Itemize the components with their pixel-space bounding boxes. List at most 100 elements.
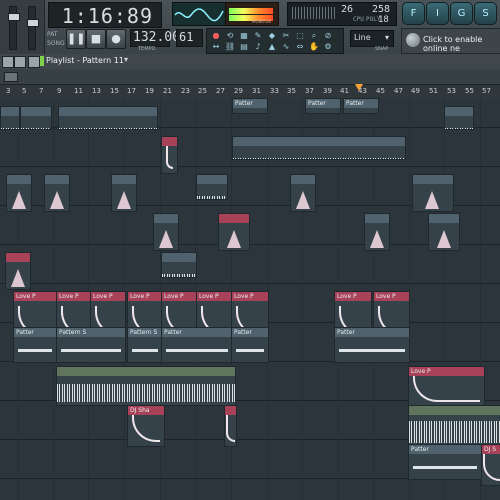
snap-icon[interactable] xyxy=(14,56,26,68)
pause-button[interactable]: ❚❚ xyxy=(66,29,86,49)
clip-body xyxy=(57,337,125,362)
pattern-clip[interactable] xyxy=(20,106,52,130)
clip-body xyxy=(21,116,51,129)
sample-clip[interactable] xyxy=(44,174,70,212)
pattern-clip[interactable] xyxy=(161,252,197,278)
tool-metronome-icon[interactable]: ▲ xyxy=(266,42,278,52)
clip-body xyxy=(233,146,405,159)
clip-body xyxy=(409,454,481,479)
song-time-display: 1:16:89 xyxy=(48,2,162,28)
pattern-number: 61 xyxy=(179,30,194,44)
cpu-graph xyxy=(292,7,336,19)
tool-pencil-icon[interactable]: ✎ xyxy=(252,31,264,41)
window-menu-icon[interactable] xyxy=(2,56,14,68)
clip-header xyxy=(291,175,315,184)
clip-header: Love P xyxy=(409,367,484,376)
sample-clip[interactable] xyxy=(412,174,454,212)
sample-clip[interactable] xyxy=(5,252,31,290)
playhead-marker-icon[interactable] xyxy=(355,84,363,91)
pattern-clip[interactable] xyxy=(0,106,20,130)
master-volume-knob[interactable] xyxy=(8,13,20,21)
tool-step-icon[interactable]: ▦ xyxy=(238,31,250,41)
tools-icon[interactable] xyxy=(28,56,40,68)
clip-body xyxy=(162,262,196,277)
pattern-clip[interactable] xyxy=(232,136,406,160)
master-pitch-knob[interactable] xyxy=(27,19,39,27)
pattern-clip[interactable]: Pattern S xyxy=(56,327,126,363)
tool-select-icon[interactable]: ⬚ xyxy=(294,31,306,41)
love-clip[interactable]: Love P xyxy=(408,366,485,407)
clip-body xyxy=(162,146,177,173)
pattern-clip[interactable] xyxy=(196,174,228,200)
audio-clip[interactable] xyxy=(408,405,500,447)
mixer-button[interactable]: G xyxy=(450,2,473,25)
pattern-clip[interactable]: Patter xyxy=(161,327,233,363)
sample-clip[interactable] xyxy=(218,213,250,251)
clip-body xyxy=(162,337,232,362)
pattern-bar xyxy=(132,349,158,352)
pattern-clip[interactable]: Patter xyxy=(232,98,268,114)
tool-zoom-icon[interactable]: ⌕ xyxy=(308,31,320,41)
dj-clip[interactable]: DJ S xyxy=(481,444,500,486)
sample-clip[interactable] xyxy=(364,213,390,251)
pattern-clip[interactable] xyxy=(444,106,474,130)
clip-label: DJ Sha xyxy=(130,407,150,414)
piano-roll-button[interactable]: I xyxy=(426,2,449,25)
clip-body xyxy=(413,184,453,211)
tool-hand-icon[interactable]: ✋ xyxy=(308,42,320,52)
sample-clip[interactable] xyxy=(290,174,316,212)
clip-label: Love P xyxy=(234,293,254,300)
sample-clip[interactable] xyxy=(224,405,237,447)
ruler-number: 9 xyxy=(57,87,62,95)
clip-body xyxy=(409,376,484,406)
pattern-clip[interactable]: Patter xyxy=(13,327,57,363)
track-settings-icon[interactable] xyxy=(4,72,18,82)
clip-header: Love P xyxy=(128,292,162,301)
tool-stretch-icon[interactable]: ⇔ xyxy=(294,42,306,52)
sample-clip[interactable] xyxy=(161,136,178,174)
tool-paint-icon[interactable]: ◆ xyxy=(266,31,278,41)
audio-clip[interactable] xyxy=(56,366,236,406)
clip-header: DJ Sha xyxy=(128,406,164,415)
tool-wave-icon[interactable]: ∿ xyxy=(280,42,292,52)
pattern-clip[interactable] xyxy=(58,106,158,130)
snap-mode-select[interactable]: Line ▾ xyxy=(350,30,394,47)
pattern-clip[interactable]: Pattern S xyxy=(127,327,163,363)
playlist-button[interactable]: F xyxy=(402,2,425,25)
playlist-dropdown-icon[interactable]: ▾ xyxy=(124,55,128,64)
tool-link-icon[interactable]: ⛓ xyxy=(224,42,236,52)
master-pitch-slider[interactable] xyxy=(27,6,39,50)
clip-header: Patter xyxy=(344,99,378,108)
clip-body xyxy=(232,337,268,362)
tool-loop-icon[interactable]: ⟲ xyxy=(224,31,236,41)
sample-clip[interactable] xyxy=(153,213,179,251)
tool-record-icon[interactable]: ● xyxy=(210,31,222,41)
decay-curve xyxy=(226,415,235,442)
sample-clip[interactable] xyxy=(428,213,460,251)
ruler-number: 45 xyxy=(376,87,385,95)
pattern-clip[interactable]: Patter xyxy=(231,327,269,363)
tool-arrow-icon[interactable]: ↔ xyxy=(210,42,222,52)
tool-note-icon[interactable]: ♪ xyxy=(252,42,264,52)
tool-settings-icon[interactable]: ⚙ xyxy=(322,42,334,52)
browser-button[interactable]: S xyxy=(474,2,497,25)
master-volume-slider[interactable] xyxy=(8,6,20,50)
ruler-number: 47 xyxy=(394,87,403,95)
sample-clip[interactable] xyxy=(6,174,32,212)
pattern-clip[interactable]: Patter xyxy=(334,327,410,363)
clip-header: Love P xyxy=(232,292,268,301)
tool-mute-icon[interactable]: ⊘ xyxy=(322,31,334,41)
pattern-clip[interactable]: Patter xyxy=(305,98,341,114)
tool-slice-icon[interactable]: ✂ xyxy=(280,31,292,41)
record-button[interactable]: ● xyxy=(106,29,126,49)
ruler-number: 23 xyxy=(181,87,190,95)
clip-label: Love P xyxy=(130,293,150,300)
decay-curve xyxy=(483,454,500,481)
pattern-clip[interactable]: Patter xyxy=(408,444,482,480)
sample-clip[interactable] xyxy=(111,174,137,212)
online-news-hint[interactable]: Click to enable online ne xyxy=(401,28,500,54)
dj-clip[interactable]: DJ Sha xyxy=(127,405,165,447)
stop-button[interactable]: ■ xyxy=(86,29,106,49)
tool-grid-icon[interactable]: ▤ xyxy=(238,42,250,52)
pattern-clip[interactable]: Patter xyxy=(343,98,379,114)
